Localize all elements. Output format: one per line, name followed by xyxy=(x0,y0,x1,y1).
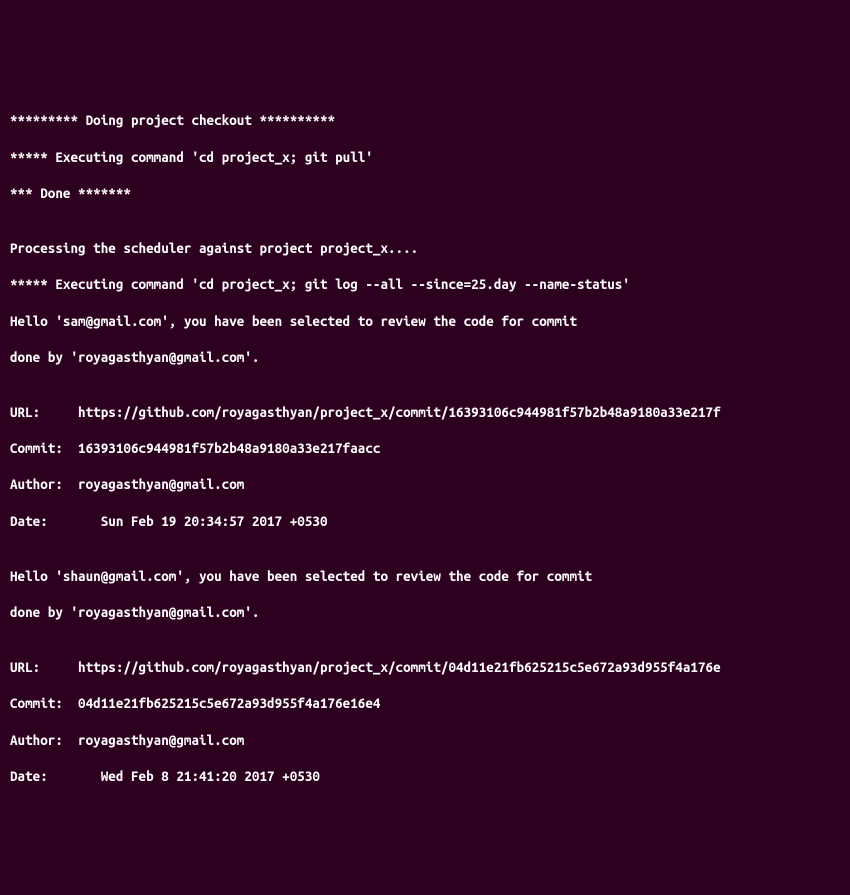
output-line: Hello 'shaun@gmail.com', you have been s… xyxy=(10,567,840,585)
output-line: ***** Executing command 'cd project_x; g… xyxy=(10,275,840,293)
output-line: ***** Executing command 'cd project_x; g… xyxy=(10,148,840,166)
terminal-output: ********* Doing project checkout *******… xyxy=(10,93,840,804)
output-line: URL: https://github.com/royagasthyan/pro… xyxy=(10,658,840,676)
output-line: done by 'royagasthyan@gmail.com'. xyxy=(10,348,840,366)
output-line: done by 'royagasthyan@gmail.com'. xyxy=(10,603,840,621)
output-line: Author: royagasthyan@gmail.com xyxy=(10,731,840,749)
output-line: Date: Wed Feb 8 21:41:20 2017 +0530 xyxy=(10,767,840,785)
output-line: Processing the scheduler against project… xyxy=(10,239,840,257)
output-line: Hello 'sam@gmail.com', you have been sel… xyxy=(10,312,840,330)
output-line: Author: royagasthyan@gmail.com xyxy=(10,475,840,493)
output-line: Commit: 04d11e21fb625215c5e672a93d955f4a… xyxy=(10,694,840,712)
output-line: ********* Doing project checkout *******… xyxy=(10,111,840,129)
output-line: Commit: 16393106c944981f57b2b48a9180a33e… xyxy=(10,439,840,457)
output-line: Date: Sun Feb 19 20:34:57 2017 +0530 xyxy=(10,512,840,530)
output-line: URL: https://github.com/royagasthyan/pro… xyxy=(10,403,840,421)
output-line: *** Done ******* xyxy=(10,184,840,202)
